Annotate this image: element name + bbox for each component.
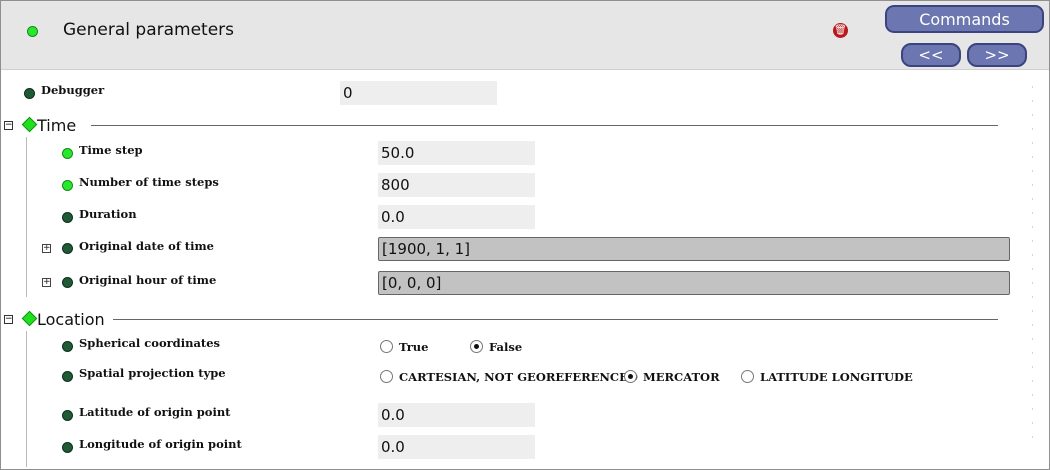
expand-date-icon[interactable]: + bbox=[42, 244, 51, 253]
projection-label: Spatial projection type bbox=[79, 366, 226, 380]
parameters-panel: General parameters 🗑 Commands << >> Debu… bbox=[0, 0, 1050, 470]
orig-date-label: Original date of time bbox=[79, 239, 214, 253]
panel-header: General parameters 🗑 Commands << >> bbox=[1, 1, 1049, 70]
section-time: − Time bbox=[1, 116, 1001, 136]
time-section-label: Time bbox=[37, 116, 77, 135]
section-location: − Location bbox=[1, 310, 1001, 330]
time-step-input[interactable]: 50.0 bbox=[378, 141, 535, 165]
page-title: General parameters bbox=[63, 20, 235, 40]
lon-origin-label: Longitude of origin point bbox=[79, 437, 242, 451]
location-diamond-icon bbox=[21, 310, 38, 327]
num-steps-label: Number of time steps bbox=[79, 175, 219, 189]
lat-origin-label: Latitude of origin point bbox=[79, 405, 231, 419]
lon-origin-input[interactable]: 0.0 bbox=[378, 435, 535, 459]
collapse-time-icon[interactable]: − bbox=[4, 121, 13, 130]
lat-origin-input[interactable]: 0.0 bbox=[378, 403, 535, 427]
prev-button[interactable]: << bbox=[901, 43, 961, 67]
scroll-track[interactable]: · · · · · · · · · · · · · · · · · · · · · · · · · · bbox=[1031, 81, 1037, 445]
time-tree-line bbox=[26, 137, 27, 297]
lat-origin-status-icon bbox=[62, 410, 73, 421]
location-divider bbox=[113, 319, 998, 320]
debugger-input[interactable]: 0 bbox=[340, 81, 497, 105]
projection-cartesian-radio[interactable] bbox=[380, 370, 393, 383]
next-button[interactable]: >> bbox=[967, 43, 1027, 67]
commands-label: Commands bbox=[919, 10, 1010, 29]
location-tree-line bbox=[26, 331, 27, 467]
spherical-label: Spherical coordinates bbox=[79, 336, 221, 350]
orig-hour-status-icon bbox=[62, 277, 73, 288]
duration-input[interactable]: 0.0 bbox=[378, 205, 535, 229]
duration-status-icon bbox=[62, 212, 73, 223]
orig-hour-field[interactable]: [0, 0, 0] bbox=[378, 271, 1010, 295]
projection-latlon-label[interactable]: LATITUDE LONGITUDE bbox=[760, 370, 913, 384]
spherical-status-icon bbox=[62, 341, 73, 352]
spherical-true-label[interactable]: True bbox=[399, 340, 428, 354]
orig-hour-label: Original hour of time bbox=[79, 273, 217, 287]
projection-status-icon bbox=[62, 371, 73, 382]
spherical-false-label[interactable]: False bbox=[489, 340, 522, 354]
orig-date-field[interactable]: [1900, 1, 1] bbox=[378, 237, 1010, 261]
spherical-false-radio[interactable] bbox=[470, 340, 483, 353]
time-divider bbox=[91, 125, 998, 126]
time-diamond-icon bbox=[21, 116, 38, 133]
projection-cartesian-label[interactable]: CARTESIAN, NOT GEOREFERENCED bbox=[399, 370, 638, 384]
time-step-status-icon bbox=[62, 148, 73, 159]
collapse-location-icon[interactable]: − bbox=[4, 315, 13, 324]
expand-hour-icon[interactable]: + bbox=[42, 278, 51, 287]
debugger-status-icon bbox=[24, 88, 35, 99]
trash-icon[interactable]: 🗑 bbox=[833, 23, 848, 38]
commands-button[interactable]: Commands bbox=[885, 5, 1044, 33]
debugger-label: Debugger bbox=[41, 83, 105, 97]
projection-mercator-radio[interactable] bbox=[624, 370, 637, 383]
projection-latlon-radio[interactable] bbox=[741, 370, 754, 383]
spherical-true-radio[interactable] bbox=[380, 340, 393, 353]
projection-mercator-label[interactable]: MERCATOR bbox=[643, 370, 720, 384]
lon-origin-status-icon bbox=[62, 442, 73, 453]
num-steps-status-icon bbox=[62, 180, 73, 191]
orig-date-status-icon bbox=[62, 243, 73, 254]
time-step-label: Time step bbox=[79, 143, 143, 157]
location-section-label: Location bbox=[37, 310, 105, 329]
duration-label: Duration bbox=[79, 207, 137, 221]
status-dot-icon bbox=[27, 26, 38, 37]
num-steps-input[interactable]: 800 bbox=[378, 173, 535, 197]
